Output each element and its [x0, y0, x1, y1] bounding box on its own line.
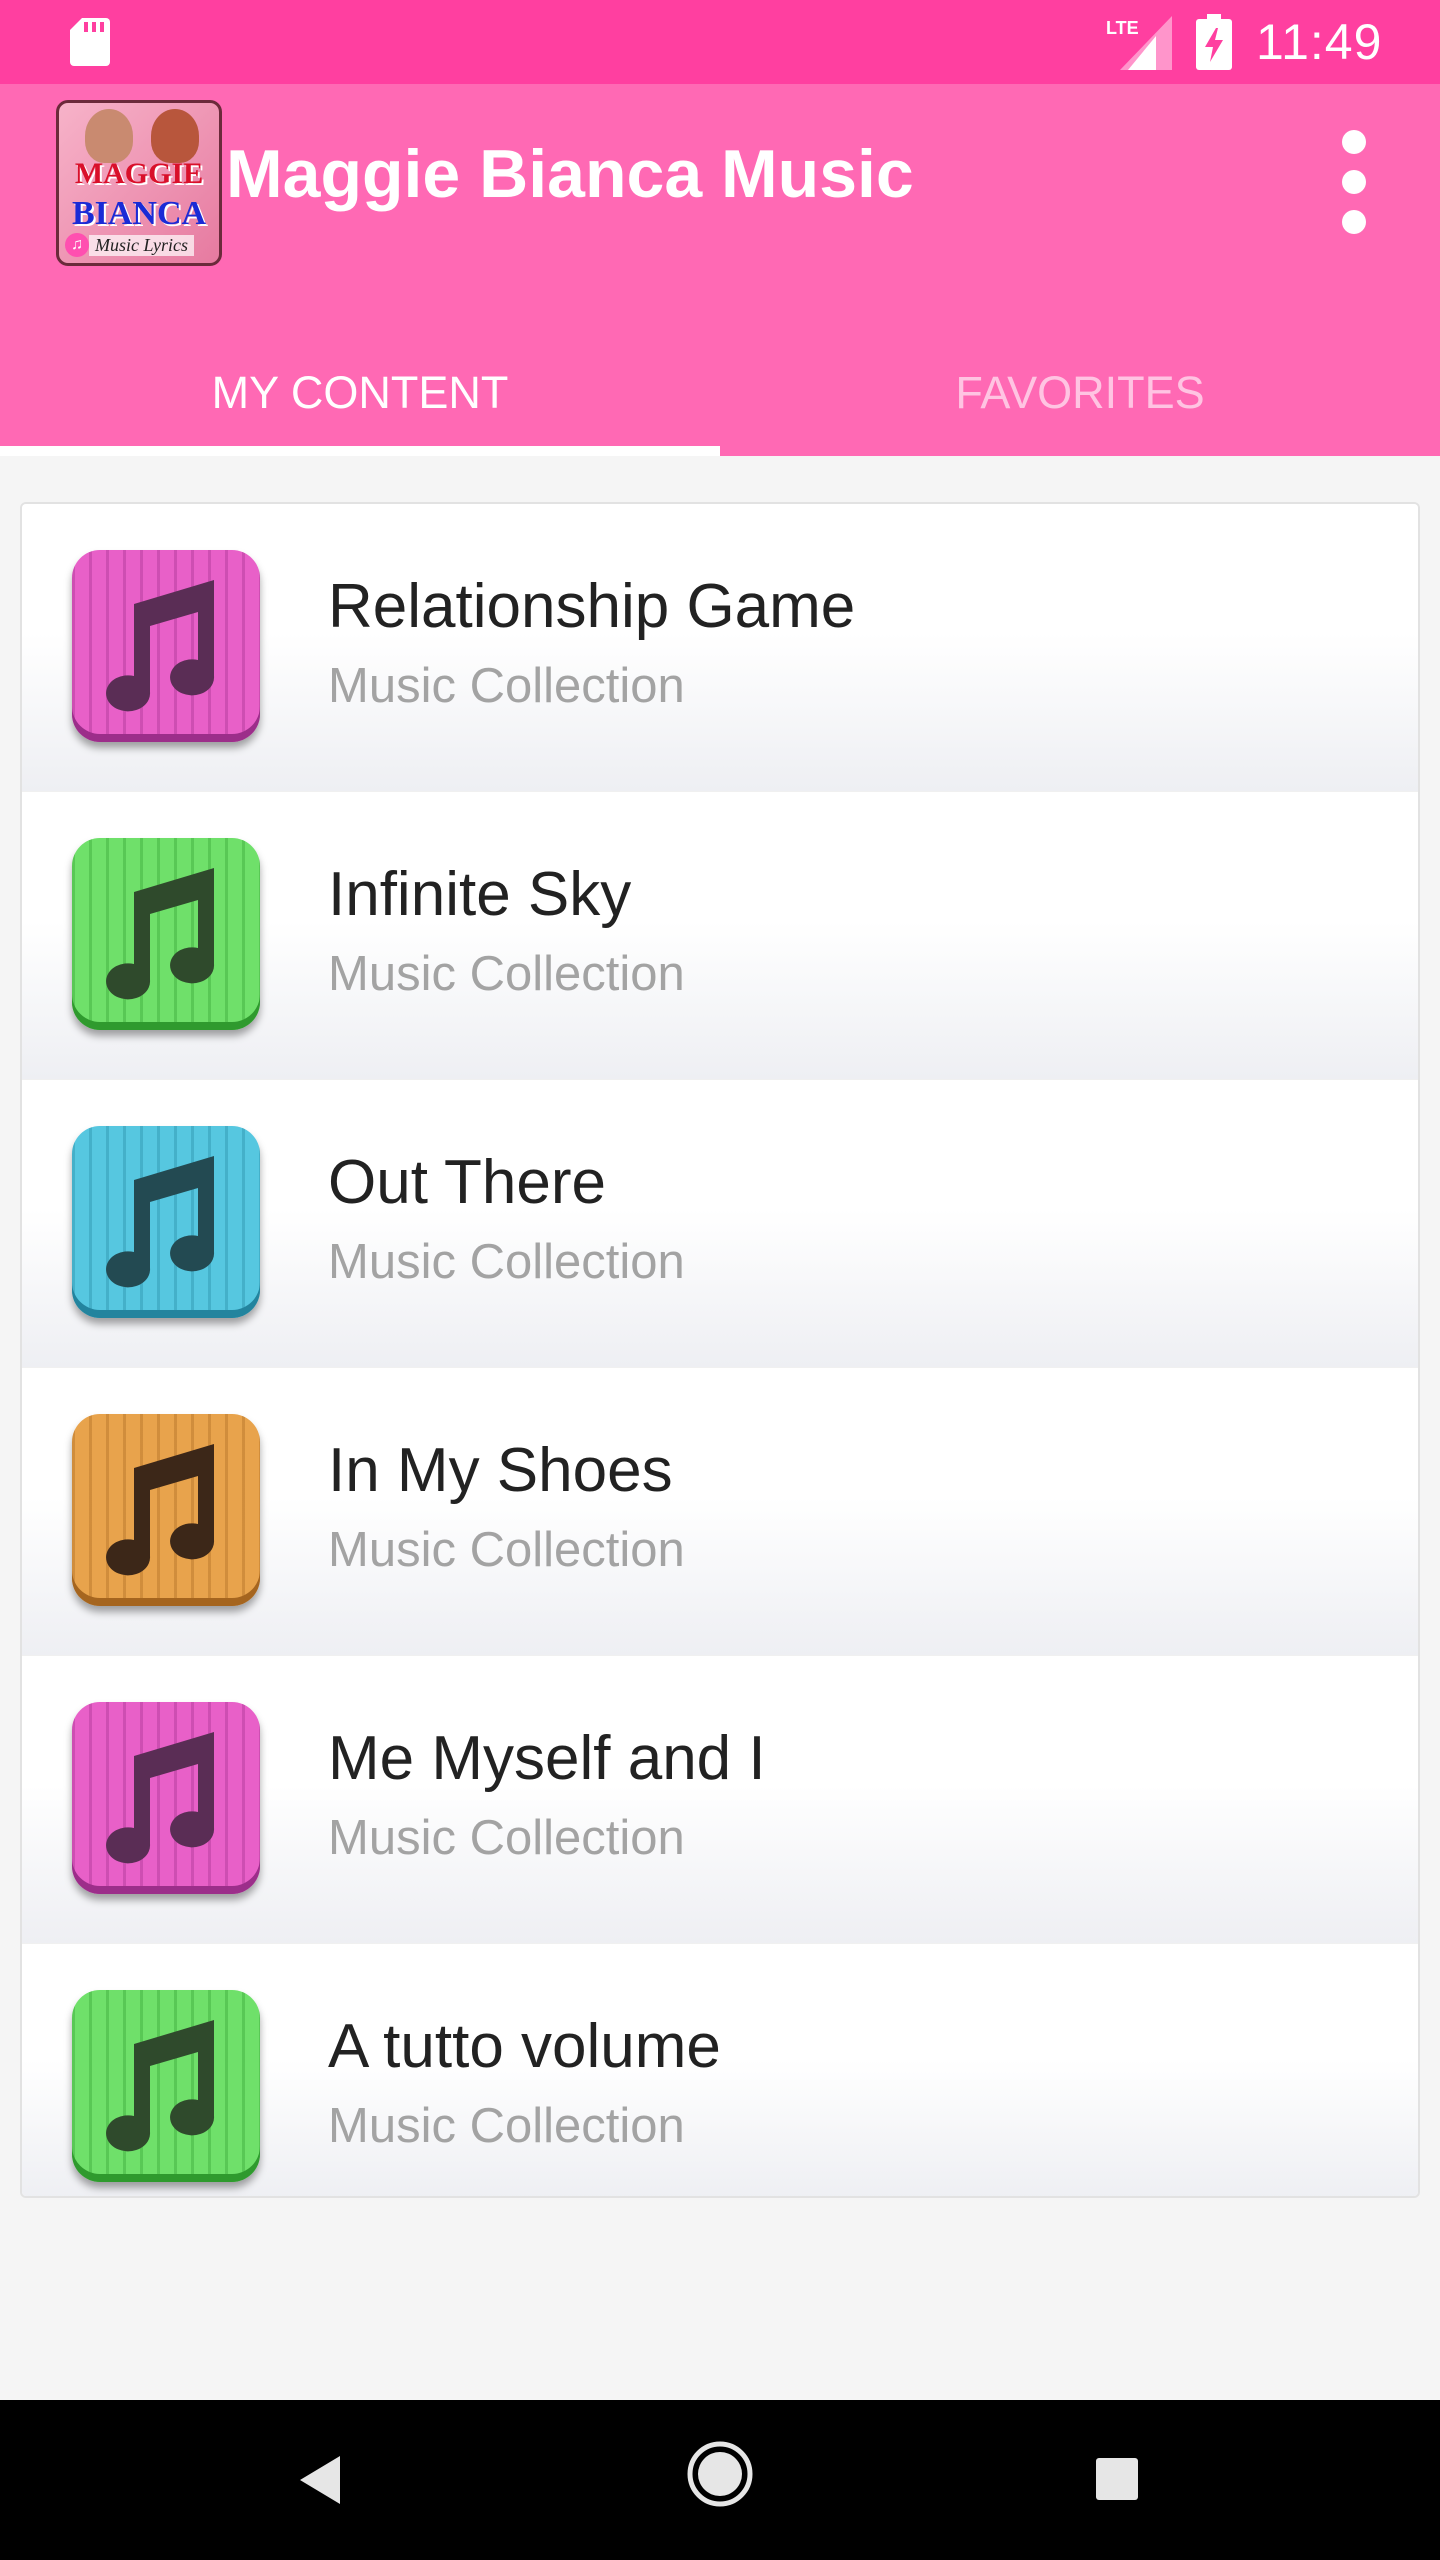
logo-text-subtitle: Music Lyrics: [89, 235, 194, 256]
logo-face-right: [151, 109, 199, 163]
music-note-icon: [72, 1414, 260, 1606]
tab-favorites[interactable]: FAVORITES: [720, 330, 1440, 456]
logo-text-maggie: MAGGIE: [74, 157, 204, 190]
item-subtitle: Music Collection: [328, 1235, 685, 1289]
lte-signal-icon: LTE: [1106, 16, 1172, 70]
music-note-icon: [72, 550, 260, 742]
music-note-icon: [72, 1126, 260, 1318]
list-item[interactable]: In My Shoes Music Collection: [22, 1368, 1418, 1656]
list-item[interactable]: A tutto volume Music Collection: [22, 1944, 1418, 2196]
home-icon[interactable]: [686, 2440, 754, 2508]
more-vert-icon[interactable]: [1330, 130, 1380, 240]
sd-card-icon: [70, 18, 110, 66]
music-note-icon: [72, 1702, 260, 1894]
back-icon[interactable]: [294, 2452, 350, 2508]
list-item[interactable]: Out There Music Collection: [22, 1080, 1418, 1368]
menu-dot: [1342, 130, 1366, 154]
item-title: Me Myself and I: [328, 1724, 766, 1793]
item-subtitle: Music Collection: [328, 947, 685, 1001]
menu-dot: [1342, 170, 1366, 194]
app-bar: MAGGIE BIANCA ♫ Music Lyrics Maggie Bian…: [0, 84, 1440, 456]
app-logo: MAGGIE BIANCA ♫ Music Lyrics: [56, 100, 222, 266]
logo-face-left: [85, 109, 133, 163]
music-note-icon: [72, 1990, 260, 2182]
music-note-icon: [72, 838, 260, 1030]
song-list: Relationship Game Music Collection Infin…: [20, 502, 1420, 2198]
list-item[interactable]: Me Myself and I Music Collection: [22, 1656, 1418, 1944]
navigation-bar: [0, 2400, 1440, 2560]
status-clock: 11:49: [1256, 14, 1383, 70]
battery-charging-icon: [1196, 14, 1232, 70]
menu-dot: [1342, 210, 1366, 234]
recents-icon[interactable]: [1094, 2456, 1140, 2502]
tab-indicator: [0, 446, 720, 456]
svg-text:LTE: LTE: [1106, 18, 1139, 38]
app-title: Maggie Bianca Music: [226, 136, 914, 212]
item-title: A tutto volume: [328, 2012, 721, 2081]
list-item[interactable]: Infinite Sky Music Collection: [22, 792, 1418, 1080]
item-title: Out There: [328, 1148, 607, 1217]
item-subtitle: Music Collection: [328, 1811, 685, 1865]
tab-my-content[interactable]: MY CONTENT: [0, 330, 720, 456]
item-subtitle: Music Collection: [328, 1523, 685, 1577]
item-subtitle: Music Collection: [328, 2099, 685, 2153]
logo-music-note-icon: ♫: [65, 233, 89, 257]
status-bar: LTE 11:49: [0, 0, 1440, 84]
item-title: Relationship Game: [328, 572, 856, 641]
list-item[interactable]: Relationship Game Music Collection: [22, 504, 1418, 792]
item-title: Infinite Sky: [328, 860, 632, 929]
item-title: In My Shoes: [328, 1436, 673, 1505]
logo-text-bianca: BIANCA: [71, 195, 207, 232]
item-subtitle: Music Collection: [328, 659, 685, 713]
